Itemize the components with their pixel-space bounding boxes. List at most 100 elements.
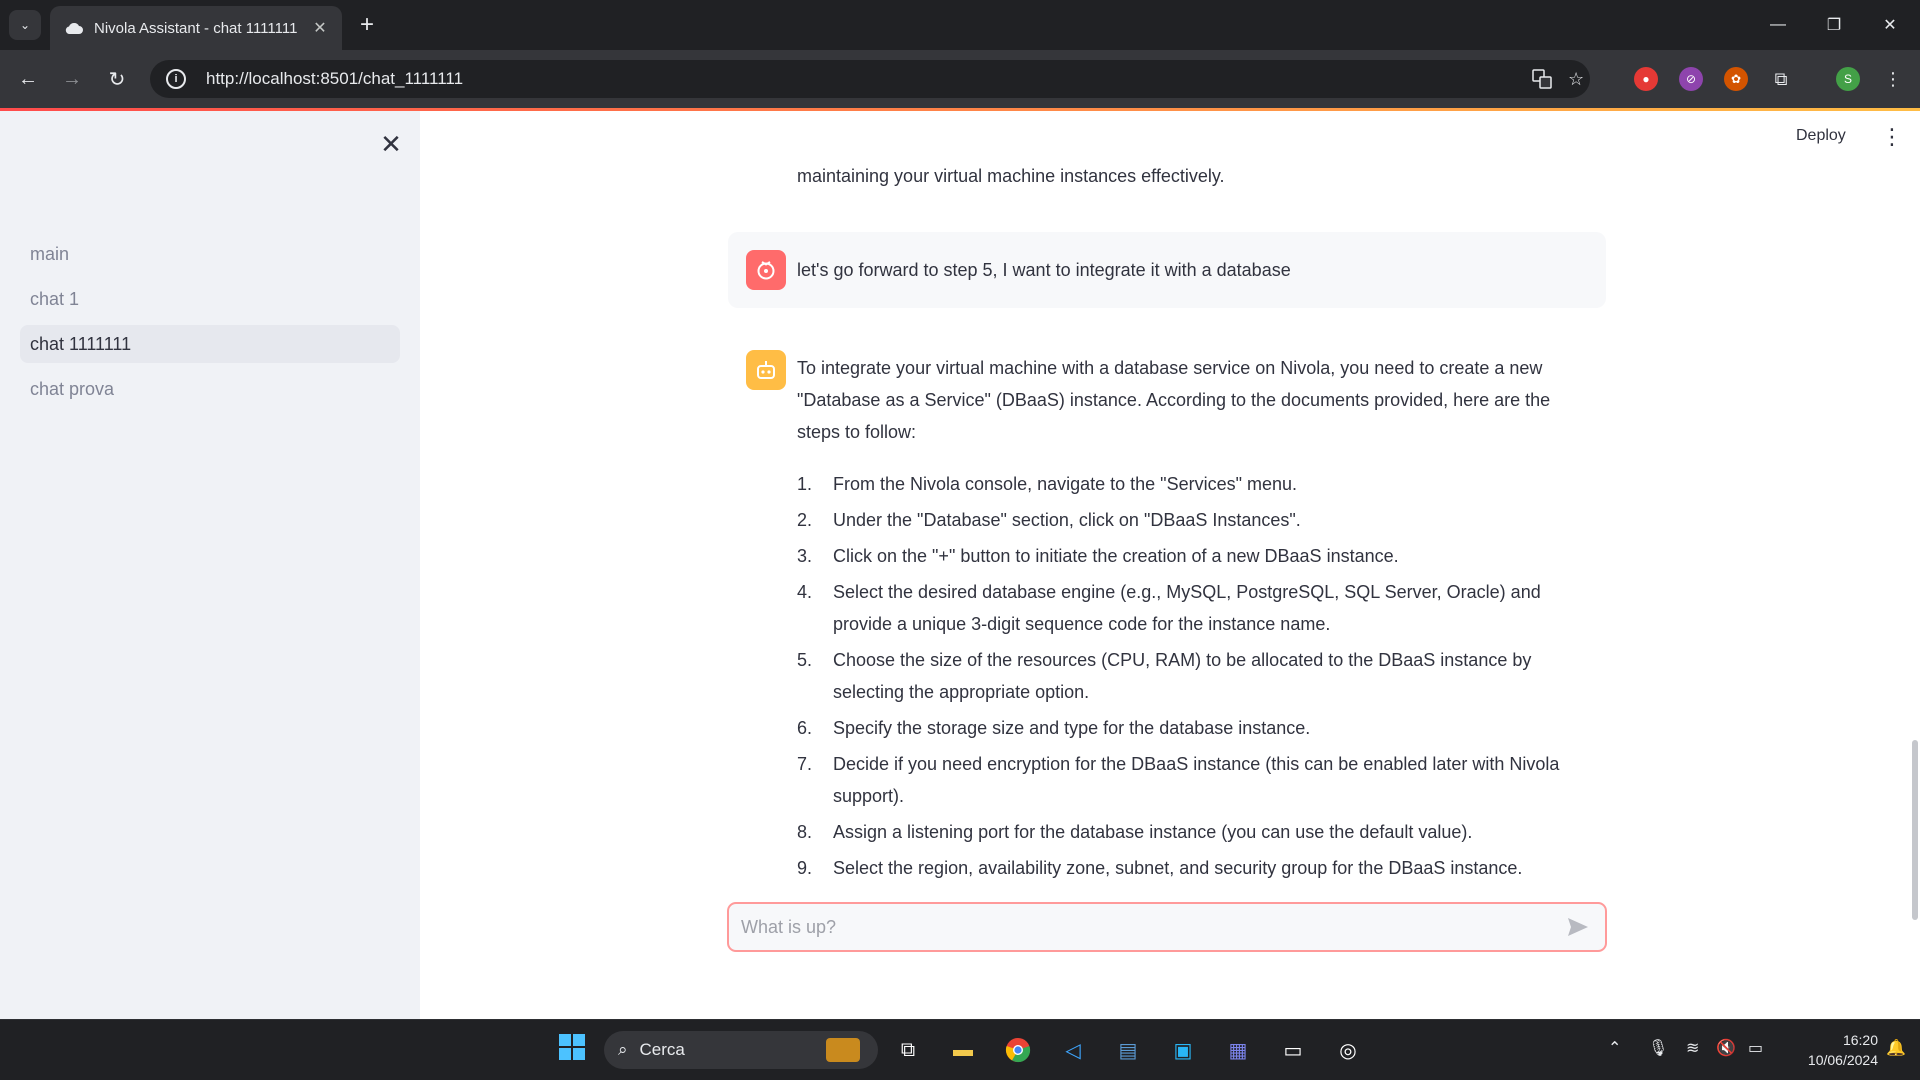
microphone-icon[interactable]: 🎙 [1648, 1038, 1668, 1058]
battery-icon[interactable]: ▭ [1748, 1038, 1763, 1058]
extensions-puzzle-icon[interactable]: ⧉ [1769, 67, 1793, 91]
step-number: 8. [797, 822, 813, 842]
restore-button[interactable]: ❐ [1806, 0, 1862, 50]
tab-title: Nivola Assistant - chat 1111111 [94, 19, 298, 37]
windows-logo-icon [558, 1033, 586, 1067]
assistant-intro-text: To integrate your virtual machine with a… [797, 358, 1551, 442]
sidebar-item-label: chat prova [30, 378, 115, 399]
step-text: From the Nivola console, navigate to the… [833, 474, 1298, 494]
minimize-button[interactable]: — [1750, 0, 1806, 50]
step-number: 3. [797, 546, 813, 566]
taskbar-search[interactable]: ⌕ Cerca [604, 1031, 878, 1069]
site-info-icon[interactable]: i [166, 69, 186, 89]
translate-icon[interactable] [1532, 60, 1552, 98]
step-text: Select the desired database engine (e.g.… [833, 582, 1541, 634]
address-bar[interactable]: i http://localhost:8501/chat_1111111 ☆ [150, 60, 1590, 98]
sidebar-item-chat-1[interactable]: chat 1 [20, 280, 400, 318]
step-text: Under the "Database" section, click on "… [833, 510, 1301, 530]
reload-button[interactable]: ↻ [100, 62, 134, 96]
list-item: 8. Assign a listening port for the databa… [797, 816, 1587, 848]
extension-cookie-icon[interactable]: ✿ [1724, 67, 1748, 91]
step-number: 9. [797, 858, 813, 878]
user-message: let's go forward to step 5, I want to in… [728, 232, 1606, 308]
speaker-muted-icon[interactable]: 🔇 [1716, 1038, 1736, 1058]
browser-tab-active[interactable]: Nivola Assistant - chat 1111111 ✕ [50, 6, 342, 50]
extension-red-icon[interactable]: ● [1634, 67, 1658, 91]
app-gauge-icon[interactable]: ◎ [1329, 1031, 1367, 1069]
step-text: Choose the size of the resources (CPU, R… [833, 650, 1532, 702]
taskbar-search-label: Cerca [639, 1040, 685, 1059]
profile-avatar[interactable]: S [1836, 67, 1860, 91]
terminal-icon[interactable]: ▭ [1274, 1031, 1312, 1069]
wifi-icon[interactable]: ≋ [1686, 1038, 1699, 1058]
task-view-icon[interactable]: ⧉ [889, 1031, 927, 1069]
step-number: 1. [797, 474, 813, 494]
tab-close-icon[interactable]: ✕ [310, 18, 330, 38]
windows-taskbar: ⌕ Cerca ⧉ ▬ ◁ ▤ ▣ ▦ ▭ ◎ ⌃ 🎙 ≋ 🔇 ▭ 16:20 … [0, 1019, 1920, 1080]
chat-input[interactable] [741, 916, 1563, 938]
clock-time: 16:20 [1842, 1032, 1878, 1048]
list-item: 2. Under the "Database" section, click on… [797, 504, 1587, 536]
send-icon[interactable] [1563, 912, 1593, 942]
step-number: 4. [797, 582, 813, 602]
step-number: 7. [797, 754, 813, 774]
notepad-icon[interactable]: ▤ [1109, 1031, 1147, 1069]
chrome-icon[interactable] [999, 1031, 1037, 1069]
assistant-message: To integrate your virtual machine with a… [728, 340, 1606, 890]
assistant-avatar-icon [746, 350, 786, 390]
arrow-left-icon: ← [18, 67, 38, 90]
cloud-icon [64, 21, 84, 35]
assistant-message-body: To integrate your virtual machine with a… [797, 352, 1587, 888]
user-message-text: let's go forward to step 5, I want to in… [797, 260, 1291, 280]
main-menu-icon[interactable]: ⋮ [1880, 124, 1904, 150]
tray-chevron-up-icon[interactable]: ⌃ [1608, 1038, 1621, 1058]
step-text: Specify the storage size and type for th… [833, 718, 1311, 738]
chat-input-container [727, 902, 1607, 952]
list-item: 6. Specify the storage size and type for … [797, 712, 1587, 744]
sidebar-item-main[interactable]: main [20, 235, 400, 273]
sidebar-close-icon[interactable]: ✕ [376, 129, 406, 159]
tab-search-button[interactable]: ⌄ [9, 10, 41, 40]
vscode-icon[interactable]: ◁ [1054, 1031, 1092, 1069]
deploy-button[interactable]: Deploy [1796, 127, 1846, 145]
step-text: Assign a listening port for the database… [833, 822, 1473, 842]
sidebar-item-label: chat 1 [30, 288, 80, 309]
window-close-button[interactable]: ✕ [1862, 0, 1918, 50]
sidebar: ✕ main chat 1 chat 1111111 chat prova [0, 111, 420, 1019]
step-number: 5. [797, 650, 813, 670]
sidebar-item-chat-prova[interactable]: chat prova [20, 370, 400, 408]
start-button[interactable] [553, 1031, 591, 1069]
file-explorer-icon[interactable]: ▬ [944, 1031, 982, 1069]
new-tab-button[interactable]: + [352, 10, 382, 40]
extension-purple-icon[interactable]: ⊘ [1679, 67, 1703, 91]
bookmark-star-icon[interactable]: ☆ [1568, 60, 1584, 98]
user-avatar-icon [746, 250, 786, 290]
main-scrollbar[interactable] [1912, 740, 1918, 920]
list-item: 7. Decide if you need encryption for the … [797, 748, 1587, 812]
list-item: 9. Select the region, availability zone, … [797, 852, 1587, 884]
chevron-down-icon: ⌄ [19, 18, 31, 32]
clock-date: 10/06/2024 [1807, 1052, 1878, 1068]
sidebar-item-chat-1111111[interactable]: chat 1111111 [20, 325, 400, 363]
address-url: http://localhost:8501/chat_1111111 [206, 69, 464, 88]
browser-tabstrip: ⌄ Nivola Assistant - chat 1111111 ✕ + — … [0, 0, 1920, 50]
back-button[interactable]: ← [11, 62, 45, 96]
steps-list: 1. From the Nivola console, navigate to t… [797, 468, 1587, 884]
step-text: Select the region, availability zone, su… [833, 858, 1523, 878]
taskbar-clock[interactable]: 16:20 10/06/2024 [1786, 1030, 1878, 1070]
sidebar-item-label: chat 1111111 [30, 333, 132, 354]
remote-desktop-icon[interactable]: ▣ [1164, 1031, 1202, 1069]
list-item: 4. Select the desired database engine (e.… [797, 576, 1587, 640]
step-text: Click on the "+" button to initiate the … [833, 546, 1399, 566]
notification-bell-icon[interactable]: 🔔 [1886, 1038, 1906, 1058]
sidebar-item-label: main [30, 243, 70, 264]
sidebar-nav: main chat 1 chat 1111111 chat prova [20, 235, 400, 415]
reload-icon: ↻ [108, 68, 126, 91]
forward-button[interactable]: → [55, 62, 89, 96]
step-number: 2. [797, 510, 813, 530]
browser-menu-icon[interactable]: ⋮ [1881, 67, 1905, 91]
step-text: Decide if you need encryption for the DB… [833, 754, 1560, 806]
search-icon: ⌕ [618, 1040, 628, 1059]
teams-icon[interactable]: ▦ [1219, 1031, 1257, 1069]
search-highlight-icon [826, 1038, 860, 1062]
